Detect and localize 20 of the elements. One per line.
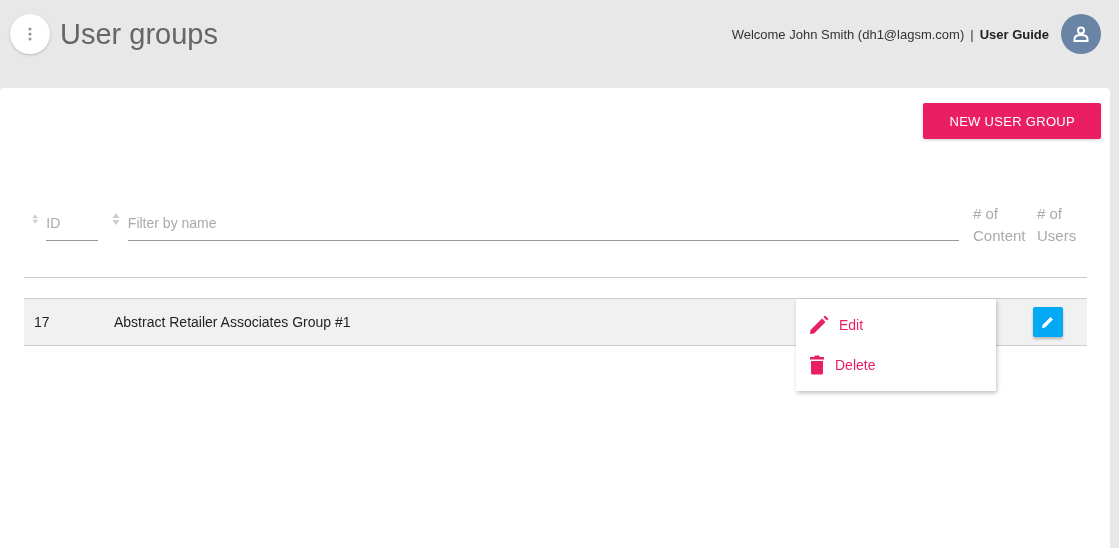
- new-user-group-button[interactable]: NEW USER GROUP: [923, 103, 1101, 139]
- more-icon: [28, 26, 32, 42]
- table-cell-text: 17: [33, 314, 51, 330]
- pencil-icon: [1041, 315, 1055, 329]
- account-button[interactable]: [1061, 14, 1101, 54]
- user-guide-link[interactable]: User Guide: [979, 26, 1049, 42]
- pencil-icon: [809, 315, 829, 335]
- welcome-text: Welcome John Smith (dh1@lagsm.com): [731, 26, 965, 42]
- trash-icon: [809, 355, 825, 375]
- edit-button[interactable]: [1033, 307, 1063, 337]
- sort-icon[interactable]: [112, 212, 120, 226]
- column-header: # of Users: [1037, 204, 1078, 246]
- person-icon: [1072, 25, 1090, 43]
- separator-text: |: [970, 26, 974, 42]
- menu-item[interactable]: Delete: [796, 345, 996, 385]
- menu-button[interactable]: [10, 14, 50, 54]
- menu-item[interactable]: Edit: [796, 305, 996, 345]
- sort-icon[interactable]: [32, 212, 39, 226]
- table-cell: Abstract Retailer Associates Group #1: [114, 314, 351, 330]
- page-title: User groups: [60, 17, 218, 51]
